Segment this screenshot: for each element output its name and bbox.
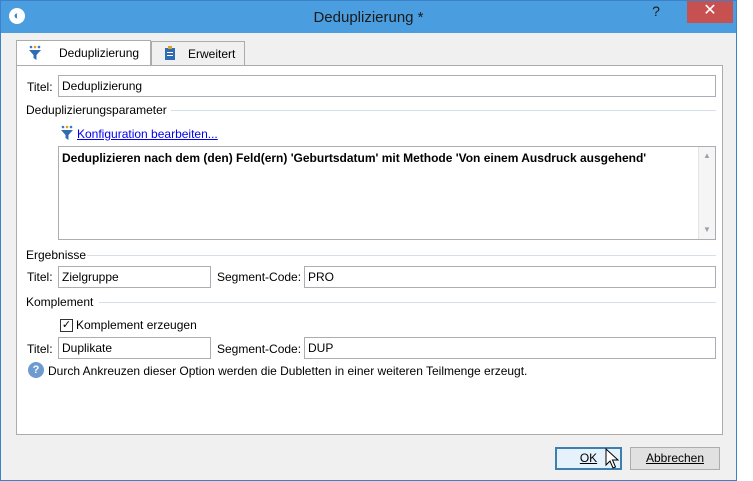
title-input[interactable]: Deduplizierung: [58, 75, 716, 97]
separator: [171, 110, 716, 111]
complement-title-label: Titel:: [27, 342, 53, 356]
vertical-scrollbar[interactable]: ▲ ▼: [698, 147, 715, 239]
separator: [87, 255, 716, 256]
funnel-icon: [29, 45, 41, 60]
clipboard-icon: [165, 46, 175, 60]
complement-checkbox-label[interactable]: Komplement erzeugen: [76, 318, 197, 332]
tab-label: Deduplizierung: [59, 46, 140, 60]
results-title-input[interactable]: Zielgruppe: [58, 266, 211, 288]
results-segment-input[interactable]: PRO: [304, 266, 716, 288]
window-title: Deduplizierung *: [313, 9, 424, 26]
tab-panel: Titel: Deduplizierung Deduplizierungspar…: [16, 65, 723, 435]
chevron-down-icon[interactable]: ▼: [699, 222, 715, 238]
title-label: Titel:: [27, 80, 53, 94]
close-button[interactable]: ✕: [687, 1, 733, 23]
section-heading-results: Ergebnisse: [26, 248, 87, 262]
tab-deduplizierung[interactable]: Deduplizierung: [16, 40, 151, 66]
tab-label: Erweitert: [188, 47, 236, 61]
title-bar[interactable]: ◐ Deduplizierung * ? ✕: [1, 1, 736, 33]
results-segment-label: Segment-Code:: [217, 270, 302, 284]
help-info-icon: ?: [28, 362, 44, 378]
funnel-icon: [61, 125, 73, 140]
cancel-button-label: Abbrechen: [645, 451, 705, 465]
help-button[interactable]: ?: [641, 1, 671, 23]
cancel-button[interactable]: Abbrechen: [630, 447, 720, 470]
section-heading-params: Deduplizierungsparameter: [26, 103, 167, 117]
deduplication-description: Deduplizieren nach dem (den) Feld(ern) '…: [62, 151, 647, 165]
mouse-cursor-icon: [605, 448, 619, 469]
ok-button-label: OK: [579, 451, 598, 465]
results-title-label: Titel:: [27, 270, 53, 284]
deduplication-description-box[interactable]: Deduplizieren nach dem (den) Feld(ern) '…: [58, 146, 716, 240]
tab-erweitert[interactable]: Erweitert: [151, 41, 245, 65]
dialog-window: ◐ Deduplizierung * ? ✕ Deduplizierung Er…: [0, 0, 737, 481]
complement-segment-input[interactable]: DUP: [304, 337, 716, 359]
complement-title-input[interactable]: Duplikate: [58, 337, 211, 359]
separator: [99, 302, 716, 303]
complement-help-text: Durch Ankreuzen dieser Option werden die…: [48, 364, 528, 378]
chevron-up-icon[interactable]: ▲: [699, 148, 715, 164]
edit-configuration-link[interactable]: Konfiguration bearbeiten...: [77, 127, 218, 141]
complement-checkbox[interactable]: ✓: [60, 319, 73, 332]
complement-segment-label: Segment-Code:: [217, 342, 302, 356]
section-heading-complement: Komplement: [26, 295, 94, 309]
